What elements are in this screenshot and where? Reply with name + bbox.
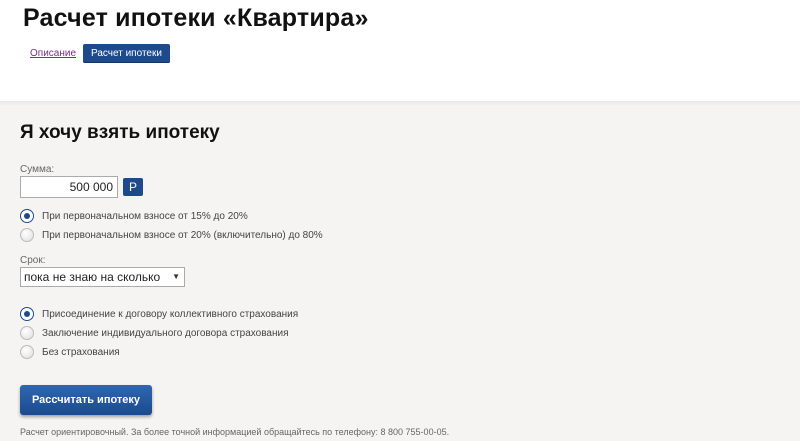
radio-checked-icon[interactable]	[20, 209, 34, 223]
disclaimer-note: Расчет ориентировочный. За более точной …	[20, 427, 450, 437]
section-title: Я хочу взять ипотеку	[20, 122, 220, 143]
insurance-option-2[interactable]: Заключение индивидуального договора стра…	[20, 326, 289, 340]
tabs: Описание Расчет ипотеки	[30, 44, 170, 63]
insurance-option-1[interactable]: Присоединение к договору коллективного с…	[20, 307, 298, 321]
tab-description[interactable]: Описание	[30, 48, 76, 59]
sum-input[interactable]: 500 000	[20, 176, 118, 198]
page-header: Расчет ипотеки «Квартира» Описание Расче…	[0, 0, 800, 103]
down-payment-option-1[interactable]: При первоначальном взносе от 15% до 20%	[20, 209, 248, 223]
tab-mortgage-calc[interactable]: Расчет ипотеки	[83, 44, 170, 63]
option-label: Заключение индивидуального договора стра…	[42, 327, 289, 339]
down-payment-option-2[interactable]: При первоначальном взносе от 20% (включи…	[20, 228, 323, 242]
sum-label: Сумма:	[20, 164, 55, 175]
insurance-option-3[interactable]: Без страхования	[20, 345, 120, 359]
option-label: При первоначальном взносе от 20% (включи…	[42, 229, 323, 241]
option-label: Присоединение к договору коллективного с…	[42, 308, 299, 320]
radio-unchecked-icon[interactable]	[20, 228, 34, 242]
term-select[interactable]: пока не знаю на сколько ▼	[20, 267, 185, 287]
page-title: Расчет ипотеки «Квартира»	[23, 4, 369, 32]
radio-unchecked-icon[interactable]	[20, 345, 34, 359]
term-label: Срок:	[20, 255, 46, 266]
currency-button[interactable]: Р	[123, 178, 143, 196]
term-select-value: пока не знаю на сколько	[24, 270, 161, 284]
radio-unchecked-icon[interactable]	[20, 326, 34, 340]
calculate-button[interactable]: Рассчитать ипотеку	[20, 385, 152, 415]
option-label: Без страхования	[42, 346, 120, 358]
chevron-down-icon: ▼	[172, 272, 180, 281]
radio-checked-icon[interactable]	[20, 307, 34, 321]
calculator-form: Я хочу взять ипотеку Сумма: 500 000 Р Пр…	[0, 105, 800, 441]
option-label: При первоначальном взносе от 15% до 20%	[42, 210, 248, 222]
